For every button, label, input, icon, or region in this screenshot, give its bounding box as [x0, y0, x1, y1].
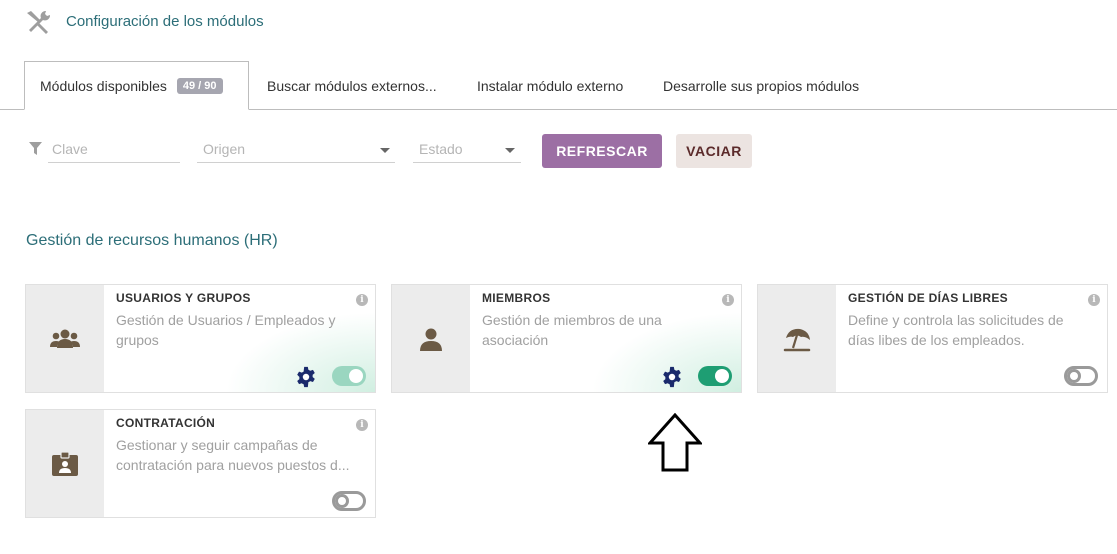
- refresh-button[interactable]: REFRESCAR: [542, 134, 662, 168]
- module-title: MIEMBROS: [482, 291, 551, 305]
- tab-label: Módulos disponibles: [40, 77, 167, 94]
- info-icon[interactable]: i: [356, 419, 368, 431]
- clear-button[interactable]: VACIAR: [676, 134, 752, 168]
- gear-icon[interactable]: [661, 366, 683, 388]
- module-icon-panel: [758, 285, 836, 392]
- up-arrow-annotation: [648, 413, 702, 472]
- module-card-days-off: GESTIÓN DE DÍAS LIBRES Define y controla…: [757, 284, 1108, 393]
- toggle-knob: [1067, 369, 1081, 383]
- tab-available-modules[interactable]: Módulos disponibles 49 / 90: [24, 61, 249, 110]
- page-title: Configuración de los módulos: [66, 13, 264, 30]
- tab-install-external[interactable]: Instalar módulo externo: [477, 61, 623, 110]
- module-card-users-groups: USUARIOS Y GRUPOS Gestión de Usuarios / …: [25, 284, 376, 393]
- module-title: CONTRATACIÓN: [116, 416, 216, 430]
- module-icon-panel: [26, 410, 104, 517]
- key-filter-input[interactable]: Clave: [48, 139, 180, 163]
- id-badge-icon: [52, 450, 78, 476]
- module-description: Gestionar y seguir campañas de contratac…: [116, 437, 350, 473]
- module-toggle[interactable]: [332, 491, 366, 511]
- module-icon-panel: [392, 285, 470, 392]
- module-card-members: MIEMBROS Gestión de miembros de una asoc…: [391, 284, 742, 393]
- module-description: Define y controla las solicitudes de día…: [848, 312, 1064, 348]
- key-placeholder: Clave: [52, 141, 88, 157]
- module-title: GESTIÓN DE DÍAS LIBRES: [848, 291, 1008, 305]
- module-description: Gestión de Usuarios / Empleados y grupos: [116, 312, 336, 348]
- module-toggle[interactable]: [698, 366, 732, 386]
- tab-search-external[interactable]: Buscar módulos externos...: [267, 61, 437, 110]
- toggle-knob: [349, 369, 363, 383]
- origin-placeholder: Origen: [203, 141, 246, 157]
- filter-icon: [29, 142, 42, 155]
- info-icon[interactable]: i: [356, 294, 368, 306]
- toggle-knob: [335, 494, 349, 508]
- info-icon[interactable]: i: [722, 294, 734, 306]
- users-group-icon: [50, 329, 80, 348]
- chevron-down-icon: [505, 148, 515, 153]
- beach-umbrella-icon: [783, 328, 811, 351]
- module-card-recruitment: CONTRATACIÓN Gestionar y seguir campañas…: [25, 409, 376, 518]
- tools-icon: [27, 10, 51, 34]
- origin-select[interactable]: Origen: [197, 139, 395, 163]
- module-icon-panel: [26, 285, 104, 392]
- module-toggle[interactable]: [1064, 366, 1098, 386]
- module-title: USUARIOS Y GRUPOS: [116, 291, 251, 305]
- toggle-knob: [715, 369, 729, 383]
- section-title: Gestión de recursos humanos (HR): [26, 232, 278, 249]
- state-placeholder: Estado: [419, 141, 463, 157]
- member-icon: [420, 328, 442, 351]
- chevron-down-icon: [380, 148, 390, 153]
- module-count-badge: 49 / 90: [176, 77, 223, 94]
- gear-icon[interactable]: [295, 366, 317, 388]
- tab-develop-modules[interactable]: Desarrolle sus propios módulos: [663, 61, 859, 110]
- module-toggle[interactable]: [332, 366, 366, 386]
- state-select[interactable]: Estado: [413, 139, 521, 163]
- info-icon[interactable]: i: [1088, 294, 1100, 306]
- module-description: Gestión de miembros de una asociación: [482, 312, 662, 348]
